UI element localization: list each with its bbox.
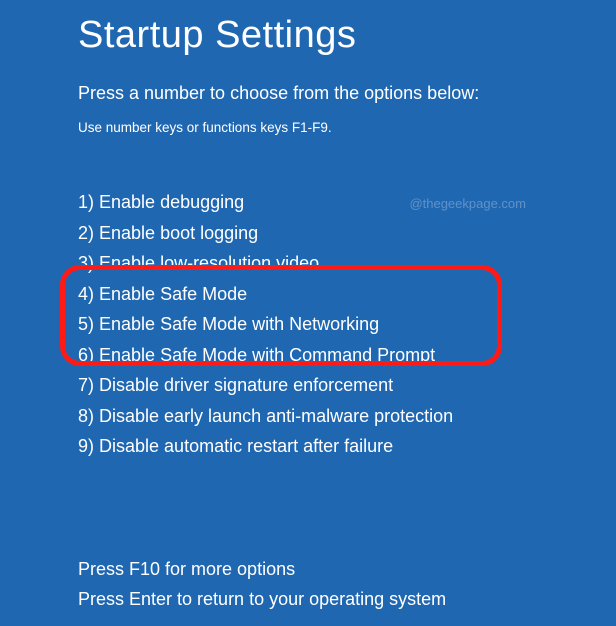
option-number: 5 [78, 314, 88, 334]
option-number: 2 [78, 223, 88, 243]
option-7[interactable]: 7) Disable driver signature enforcement [78, 370, 616, 401]
option-label: Disable early launch anti-malware protec… [99, 406, 453, 426]
option-5[interactable]: 5) Enable Safe Mode with Networking [78, 309, 616, 340]
options-list: 1) Enable debugging 2) Enable boot loggi… [78, 187, 616, 462]
watermark-text: @thegeekpage.com [409, 196, 526, 211]
return-hint: Press Enter to return to your operating … [78, 584, 446, 614]
option-label: Enable debugging [99, 192, 244, 212]
option-4[interactable]: 4) Enable Safe Mode [78, 279, 616, 310]
option-number: 7 [78, 375, 88, 395]
page-title: Startup Settings [78, 14, 616, 57]
option-label: Enable Safe Mode with Networking [99, 314, 379, 334]
option-label: Enable low-resolution video [99, 253, 319, 273]
option-label: Disable automatic restart after failure [99, 436, 393, 456]
option-3[interactable]: 3) Enable low-resolution video [78, 248, 616, 279]
option-label: Enable Safe Mode [99, 284, 247, 304]
instruction-line: Press a number to choose from the option… [78, 83, 616, 104]
option-9[interactable]: 9) Disable automatic restart after failu… [78, 431, 616, 462]
option-number: 9 [78, 436, 88, 456]
option-label: Enable Safe Mode with Command Prompt [99, 345, 435, 365]
option-number: 3 [78, 253, 88, 273]
option-2[interactable]: 2) Enable boot logging [78, 218, 616, 249]
footer-instructions: Press F10 for more options Press Enter t… [78, 554, 446, 614]
option-8[interactable]: 8) Disable early launch anti-malware pro… [78, 401, 616, 432]
option-label: Disable driver signature enforcement [99, 375, 393, 395]
option-1[interactable]: 1) Enable debugging [78, 187, 616, 218]
more-options-hint: Press F10 for more options [78, 554, 446, 584]
key-hint: Use number keys or functions keys F1-F9. [78, 120, 616, 135]
option-number: 8 [78, 406, 88, 426]
option-label: Enable boot logging [99, 223, 258, 243]
option-number: 1 [78, 192, 88, 212]
option-number: 6 [78, 345, 88, 365]
option-6[interactable]: 6) Enable Safe Mode with Command Prompt [78, 340, 616, 371]
option-number: 4 [78, 284, 88, 304]
